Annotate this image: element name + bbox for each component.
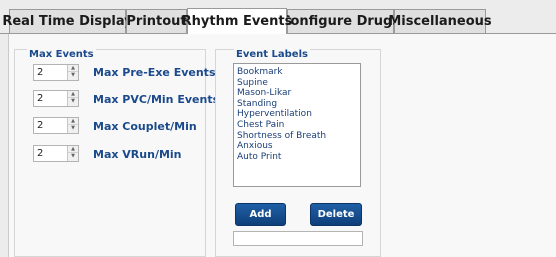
stepper-down-icon[interactable]: ▼	[68, 98, 78, 105]
max-vrun-min-label: Max VRun/Min	[93, 148, 182, 161]
list-item[interactable]: Auto Print	[237, 152, 360, 163]
stepper-arrows: ▲ ▼	[67, 118, 78, 133]
stepper-down-icon[interactable]: ▼	[68, 72, 78, 79]
tab-configure-drugs[interactable]: Configure Drugs	[281, 9, 400, 33]
tab-miscellaneous[interactable]: Miscellaneous	[388, 9, 492, 33]
list-item[interactable]: Chest Pain	[237, 120, 360, 131]
stepper-up-icon[interactable]: ▲	[68, 118, 78, 125]
max-events-title: Max Events	[27, 49, 96, 60]
tab-bar: Real Time Display Printout Rhythm Events…	[0, 0, 556, 34]
stepper-up-icon[interactable]: ▲	[68, 91, 78, 98]
stepper-arrows: ▲ ▼	[67, 146, 78, 161]
max-pre-exe-events-label: Max Pre-Exe Events	[93, 66, 216, 79]
stepper-arrows: ▲ ▼	[67, 91, 78, 106]
list-item[interactable]: Standing	[237, 99, 360, 110]
list-item[interactable]: Anxious	[237, 141, 360, 152]
delete-button[interactable]: Delete	[310, 203, 362, 226]
stepper-up-icon[interactable]: ▲	[68, 146, 78, 153]
max-couplet-min-label: Max Couplet/Min	[93, 120, 197, 133]
list-item[interactable]: Bookmark	[237, 67, 360, 78]
add-button[interactable]: Add	[235, 203, 286, 226]
stepper-arrows: ▲ ▼	[67, 65, 78, 80]
max-pvc-min-events-label: Max PVC/Min Events	[93, 93, 220, 106]
stepper-down-icon[interactable]: ▼	[68, 153, 78, 160]
stepper-down-icon[interactable]: ▼	[68, 125, 78, 132]
event-labels-list[interactable]: Bookmark Supine Mason-Likar Standing Hyp…	[233, 63, 361, 187]
tab-printout[interactable]: Printout	[126, 9, 187, 33]
stepper-up-icon[interactable]: ▲	[68, 65, 78, 72]
max-couplet-min-value[interactable]: 2	[37, 120, 43, 131]
max-vrun-min-value[interactable]: 2	[37, 148, 43, 159]
list-item[interactable]: Hyperventilation	[237, 109, 360, 120]
max-pvc-min-events-stepper[interactable]: 2 ▲ ▼	[33, 90, 79, 107]
new-label-input[interactable]	[233, 231, 363, 246]
event-labels-title: Event Labels	[234, 49, 310, 60]
list-item[interactable]: Shortness of Breath	[237, 131, 360, 142]
max-pvc-min-events-value[interactable]: 2	[37, 93, 43, 104]
list-item[interactable]: Supine	[237, 78, 360, 89]
tab-rhythm-events[interactable]: Rhythm Events	[182, 8, 292, 34]
max-couplet-min-stepper[interactable]: 2 ▲ ▼	[33, 117, 79, 134]
tab-real-time-display[interactable]: Real Time Display	[2, 9, 133, 33]
max-vrun-min-stepper[interactable]: 2 ▲ ▼	[33, 145, 79, 162]
max-pre-exe-events-stepper[interactable]: 2 ▲ ▼	[33, 64, 79, 81]
max-pre-exe-events-value[interactable]: 2	[37, 67, 43, 78]
list-item[interactable]: Mason-Likar	[237, 88, 360, 99]
